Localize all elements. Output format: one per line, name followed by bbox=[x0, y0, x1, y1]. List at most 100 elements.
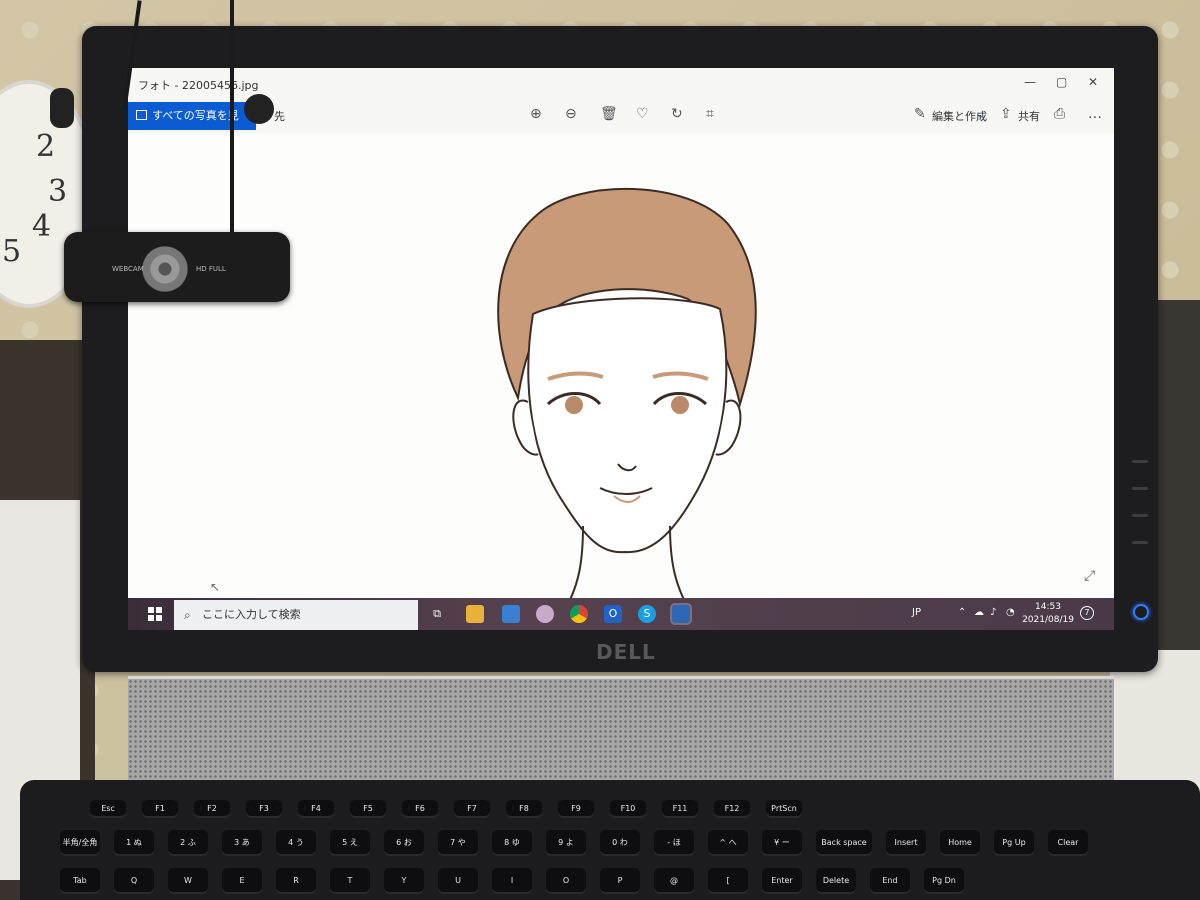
minimize-button[interactable]: — bbox=[1024, 75, 1036, 89]
tray-clock[interactable]: 14:53 2021/08/19 bbox=[1018, 601, 1078, 627]
photos-icon bbox=[136, 110, 147, 120]
photos-app-icon[interactable] bbox=[670, 603, 692, 625]
tray-time: 14:53 bbox=[1035, 602, 1061, 612]
key-0-12[interactable]: F12 bbox=[714, 800, 750, 818]
key-0-0[interactable]: Esc bbox=[90, 800, 126, 818]
more-icon[interactable]: … bbox=[1088, 106, 1102, 122]
key-1-8[interactable]: 8 ゆ bbox=[492, 830, 532, 856]
key-2-4[interactable]: R bbox=[276, 868, 316, 894]
key-1-13[interactable]: ¥ ー bbox=[762, 830, 802, 856]
power-button[interactable] bbox=[1133, 604, 1149, 620]
key-1-1[interactable]: 1 ぬ bbox=[114, 830, 154, 856]
speaker-bar bbox=[128, 676, 1114, 783]
key-2-10[interactable]: P bbox=[600, 868, 640, 894]
key-1-4[interactable]: 4 う bbox=[276, 830, 316, 856]
photo-viewer[interactable] bbox=[128, 134, 1114, 605]
key-1-5[interactable]: 5 え bbox=[330, 830, 370, 856]
key-2-11[interactable]: @ bbox=[654, 868, 694, 894]
notification-icon[interactable]: 7 bbox=[1080, 606, 1094, 620]
key-1-3[interactable]: 3 あ bbox=[222, 830, 262, 856]
close-button[interactable]: ✕ bbox=[1088, 75, 1098, 89]
key-2-12[interactable]: [ bbox=[708, 868, 748, 894]
rotate-icon[interactable]: ↻ bbox=[671, 106, 683, 122]
key-0-5[interactable]: F5 bbox=[350, 800, 386, 818]
mouse-cursor-icon: ↖ bbox=[210, 580, 221, 594]
key-1-9[interactable]: 9 よ bbox=[546, 830, 586, 856]
key-0-4[interactable]: F4 bbox=[298, 800, 334, 818]
network-icon[interactable]: ◔ bbox=[1006, 607, 1015, 618]
key-0-13[interactable]: PrtScn bbox=[766, 800, 802, 818]
key-2-6[interactable]: Y bbox=[384, 868, 424, 894]
key-2-3[interactable]: E bbox=[222, 868, 262, 894]
skype-icon[interactable]: S bbox=[638, 605, 656, 623]
key-1-0[interactable]: 半角/全角 bbox=[60, 830, 100, 856]
share-button[interactable]: 共有 bbox=[1018, 108, 1040, 124]
taskbar-search-input[interactable]: ⌕ ここに入力して検索 bbox=[174, 600, 418, 630]
store-icon[interactable] bbox=[502, 605, 520, 623]
key-0-11[interactable]: F11 bbox=[662, 800, 698, 818]
webcam-lens bbox=[142, 246, 188, 292]
key-2-8[interactable]: I bbox=[492, 868, 532, 894]
crop-icon[interactable]: ⌗ bbox=[706, 106, 714, 122]
key-1-17[interactable]: Pg Up bbox=[994, 830, 1034, 856]
key-0-8[interactable]: F8 bbox=[506, 800, 542, 818]
key-1-11[interactable]: - ほ bbox=[654, 830, 694, 856]
outlook-icon[interactable]: O bbox=[604, 605, 622, 623]
key-2-14[interactable]: Delete bbox=[816, 868, 856, 894]
delete-icon[interactable]: 🗑 bbox=[600, 106, 618, 122]
zoom-in-icon[interactable]: ⊕ bbox=[530, 106, 542, 122]
key-0-3[interactable]: F3 bbox=[246, 800, 282, 818]
tray-chevron-up-icon[interactable]: ⌃ bbox=[958, 607, 966, 618]
key-0-10[interactable]: F10 bbox=[610, 800, 646, 818]
key-2-2[interactable]: W bbox=[168, 868, 208, 894]
key-0-7[interactable]: F7 bbox=[454, 800, 490, 818]
chevron-down-icon[interactable]: ⌄ bbox=[976, 108, 985, 121]
task-view-icon[interactable]: ⧉ bbox=[428, 605, 446, 623]
webcam-clip bbox=[50, 88, 74, 128]
key-1-15[interactable]: Insert bbox=[886, 830, 926, 856]
file-explorer-icon[interactable] bbox=[466, 605, 484, 623]
share-icon[interactable]: ⇪ bbox=[1000, 106, 1012, 122]
monitor-buttons[interactable] bbox=[1132, 460, 1148, 568]
key-2-0[interactable]: Tab bbox=[60, 868, 100, 894]
key-1-7[interactable]: 7 や bbox=[438, 830, 478, 856]
onedrive-icon[interactable]: ☁ bbox=[974, 607, 984, 618]
keyboard: Esc F1 F2 F3 F4 F5 F6 F7 F8 F9 F10 F11 F12 PrtScn 半角/全… bbox=[20, 780, 1200, 900]
key-2-7[interactable]: U bbox=[438, 868, 478, 894]
key-1-12[interactable]: ^ へ bbox=[708, 830, 748, 856]
maximize-button[interactable]: ▢ bbox=[1056, 75, 1067, 89]
zoom-out-icon[interactable]: ⊖ bbox=[565, 106, 577, 122]
all-photos-label-tail: 先 bbox=[274, 110, 285, 123]
key-1-6[interactable]: 6 お bbox=[384, 830, 424, 856]
key-2-9[interactable]: O bbox=[546, 868, 586, 894]
key-1-18[interactable]: Clear bbox=[1048, 830, 1088, 856]
key-1-16[interactable]: Home bbox=[940, 830, 980, 856]
print-icon[interactable]: ⎙ bbox=[1054, 106, 1065, 122]
edit-create-icon[interactable]: ✎ bbox=[914, 106, 926, 122]
key-2-5[interactable]: T bbox=[330, 868, 370, 894]
expand-icon[interactable]: ⤢ bbox=[1084, 568, 1095, 584]
key-0-1[interactable]: F1 bbox=[142, 800, 178, 818]
taskbar: ⌕ ここに入力して検索 ⧉ O S JP ⌃ ☁ ♪ ◔ 14:53 2021/… bbox=[128, 598, 1114, 630]
key-2-16[interactable]: Pg Dn bbox=[924, 868, 964, 894]
volume-icon[interactable]: ♪ bbox=[990, 607, 996, 618]
key-1-10[interactable]: 0 わ bbox=[600, 830, 640, 856]
paint-icon[interactable] bbox=[536, 605, 554, 623]
all-photos-label: すべての写真を見 bbox=[152, 109, 239, 122]
webcam-knob bbox=[244, 94, 274, 124]
key-1-14[interactable]: Back space bbox=[816, 830, 872, 856]
key-0-2[interactable]: F2 bbox=[194, 800, 230, 818]
key-1-2[interactable]: 2 ふ bbox=[168, 830, 208, 856]
search-icon: ⌕ bbox=[184, 608, 191, 622]
key-2-15[interactable]: End bbox=[870, 868, 910, 894]
search-placeholder: ここに入力して検索 bbox=[202, 608, 301, 621]
chrome-icon[interactable] bbox=[570, 605, 588, 623]
key-0-6[interactable]: F6 bbox=[402, 800, 438, 818]
windows-start-icon[interactable] bbox=[148, 607, 162, 621]
key-2-1[interactable]: Q bbox=[114, 868, 154, 894]
all-photos-button[interactable]: すべての写真を見 bbox=[128, 102, 256, 130]
key-0-9[interactable]: F9 bbox=[558, 800, 594, 818]
favorite-icon[interactable]: ♡ bbox=[636, 106, 649, 122]
key-2-13[interactable]: Enter bbox=[762, 868, 802, 894]
ime-language[interactable]: JP bbox=[912, 607, 921, 618]
